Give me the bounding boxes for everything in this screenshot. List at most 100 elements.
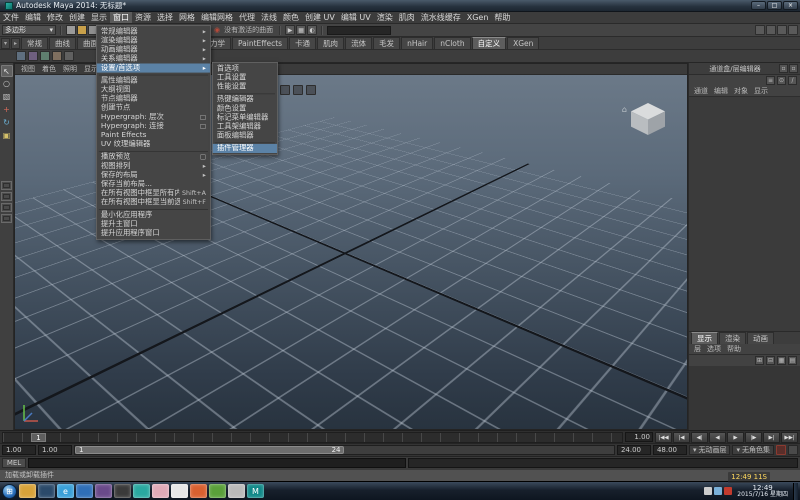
tool-icon[interactable]: ↖ [1, 65, 13, 77]
menubar-item[interactable]: 创建 UV [302, 12, 338, 23]
window-control-button[interactable]: – [751, 1, 766, 10]
sidebar-toggle-icon[interactable] [777, 25, 787, 35]
live-surface-icon[interactable]: ◉ [214, 25, 220, 35]
menubar-item[interactable]: 编辑 UV [338, 12, 374, 23]
tool-icon[interactable]: + [1, 104, 13, 116]
layer-editor-tab[interactable]: 渲染 [719, 332, 746, 344]
menubar-item[interactable]: 窗口 [110, 12, 132, 23]
character-set-dropdown[interactable]: ▾ 无角色集 [732, 445, 774, 455]
sidebar-toggle-icon[interactable] [788, 25, 798, 35]
current-time-field[interactable]: 1.00 [625, 432, 653, 442]
start-button[interactable]: ⊞ [2, 484, 17, 499]
tray-icon[interactable] [704, 487, 712, 495]
shelf-tab[interactable]: nCloth [434, 37, 470, 49]
shelf-item-icon[interactable] [64, 51, 74, 61]
submenu-item[interactable]: 工具架编辑器 [213, 122, 277, 131]
menubar-item[interactable]: 颜色 [280, 12, 302, 23]
shelf-tab[interactable]: 肌肉 [317, 37, 344, 49]
layer-editor-icon[interactable]: ▤ [788, 356, 797, 365]
menu-item[interactable]: UV 纹理编辑器 [97, 140, 210, 149]
submenu-item[interactable]: 首选项 [213, 64, 277, 73]
taskbar-app-icon[interactable] [228, 484, 245, 498]
tray-icon[interactable] [724, 487, 732, 495]
channel-box-menu-item[interactable]: 编辑 [712, 86, 730, 96]
playback-button[interactable]: ◀| [691, 432, 708, 443]
menu-item[interactable]: 设置/首选项 ▸ [97, 64, 210, 73]
playback-button[interactable]: |◀◀ [655, 432, 672, 443]
layout-button[interactable] [1, 214, 12, 223]
shelf-tab[interactable]: 毛发 [373, 37, 400, 49]
playback-range-bar[interactable]: 1 24 [75, 446, 344, 454]
taskbar-app-icon[interactable] [190, 484, 207, 498]
taskbar-clock[interactable]: 12:49 2015/7/16 星期四 [734, 484, 791, 499]
channel-box-tool-icon[interactable]: ⊙ [777, 76, 786, 85]
channel-box-menu-item[interactable]: 通道 [692, 86, 710, 96]
menu-item[interactable]: Paint Effects [97, 131, 210, 140]
menubar-item[interactable]: 渲染 [374, 12, 396, 23]
tool-icon[interactable]: ▧ [1, 91, 13, 103]
menubar-item[interactable]: XGen [464, 12, 492, 23]
submenu-item[interactable]: 标记菜单编辑器 [213, 113, 277, 122]
menu-item[interactable]: 创建节点 [97, 103, 210, 112]
render-icon[interactable]: ◐ [307, 25, 317, 35]
animation-end-field[interactable]: 48.00 [653, 445, 687, 455]
shelf-tab[interactable]: 曲线 [49, 37, 76, 49]
shelf-tab[interactable]: nHair [401, 37, 433, 49]
animation-preferences-icon[interactable] [788, 445, 798, 455]
anim-layer-dropdown[interactable]: ▾ 无动画层 [689, 445, 731, 455]
panel-menu-item[interactable]: 视图 [18, 64, 38, 74]
taskbar-app-icon[interactable] [152, 484, 169, 498]
menubar-item[interactable]: 编辑网格 [198, 12, 236, 23]
menu-item[interactable]: 保存的布局 ▸ [97, 171, 210, 180]
window-control-button[interactable]: □ [767, 1, 782, 10]
menu-item[interactable]: 节点编辑器 [97, 94, 210, 103]
submenu-item[interactable]: 性能设置 [213, 82, 277, 91]
menubar-item[interactable]: 帮助 [491, 12, 513, 23]
playback-button[interactable]: |◀ [673, 432, 690, 443]
menu-item[interactable]: 提升应用程序窗口 [97, 229, 210, 238]
menubar-item[interactable]: 选择 [154, 12, 176, 23]
channel-box-menu-item[interactable]: 显示 [752, 86, 770, 96]
taskbar-app-icon[interactable] [209, 484, 226, 498]
submenu-item[interactable]: 面板编辑器 [213, 131, 277, 140]
menubar-item[interactable]: 法线 [258, 12, 280, 23]
file-action-icon[interactable] [77, 25, 87, 35]
layer-editor-tab[interactable]: 显示 [691, 332, 718, 344]
range-slider-track[interactable]: 1 24 [74, 445, 615, 455]
menu-item[interactable]: 播放预览 □ [97, 152, 210, 161]
show-desktop-button[interactable] [793, 483, 798, 500]
layout-button[interactable] [1, 192, 12, 201]
sidebar-toggle-icon[interactable] [766, 25, 776, 35]
viewcube-home-icon[interactable]: ⌂ [622, 105, 627, 114]
submenu-item[interactable]: 插件管理器 [213, 144, 277, 153]
submenu-item[interactable]: 颜色设置 [213, 104, 277, 113]
panel-header-icon[interactable]: ▫ [789, 64, 798, 73]
tool-icon[interactable]: ○ [1, 78, 13, 90]
menu-item[interactable]: 在所有视图中框显当前选择 Shift+F [97, 198, 210, 207]
playback-button[interactable]: ▶ [727, 432, 744, 443]
menubar-item[interactable]: 资源 [132, 12, 154, 23]
taskbar-app-icon[interactable]: M [247, 484, 264, 498]
tool-icon[interactable]: ▣ [1, 130, 13, 142]
shelf-item-icon[interactable] [52, 51, 62, 61]
menubar-item[interactable]: 代理 [236, 12, 258, 23]
taskbar-app-icon[interactable]: e [57, 484, 74, 498]
menu-item[interactable]: 保存当前布局... [97, 180, 210, 189]
shelf-item-icon[interactable] [28, 51, 38, 61]
taskbar-app-icon[interactable] [76, 484, 93, 498]
shelf-tab[interactable]: 流体 [345, 37, 372, 49]
current-frame-marker[interactable]: 1 [31, 433, 46, 442]
render-icon[interactable]: ▶ [285, 25, 295, 35]
menubar-item[interactable]: 网格 [176, 12, 198, 23]
viewport-toolbar-icon[interactable] [280, 85, 290, 95]
shelf-tab[interactable]: 自定义 [472, 37, 507, 49]
viewport-toolbar-icon[interactable] [293, 85, 303, 95]
submenu-item[interactable]: 热键编辑器 [213, 95, 277, 104]
menu-item[interactable]: 关系编辑器 ▸ [97, 54, 210, 63]
tray-icon[interactable] [714, 487, 722, 495]
command-language-toggle[interactable]: MEL [2, 458, 26, 468]
auto-key-icon[interactable] [776, 445, 786, 455]
menu-item[interactable]: 渲染编辑器 ▸ [97, 36, 210, 45]
channel-list-empty[interactable] [689, 97, 800, 332]
playback-button[interactable]: |▶ [745, 432, 762, 443]
